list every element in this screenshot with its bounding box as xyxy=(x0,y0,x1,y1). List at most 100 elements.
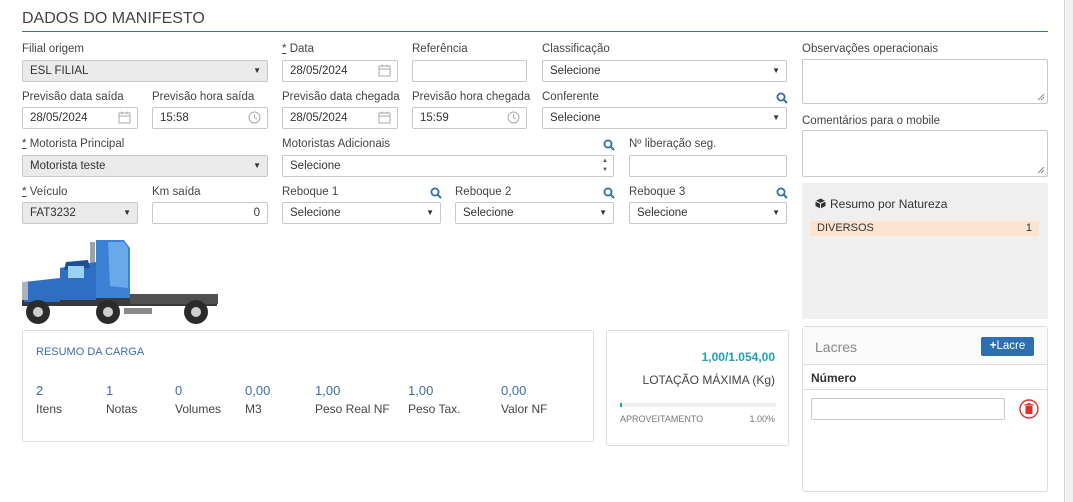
search-icon[interactable] xyxy=(603,139,615,151)
comentarios-mobile-label: Comentários para o mobile xyxy=(802,115,941,127)
natureza-row: DIVERSOS 1 xyxy=(810,221,1039,236)
truck-illustration xyxy=(22,240,218,324)
clock-icon[interactable] xyxy=(507,111,520,124)
filial-origem-label: Filial origem xyxy=(22,43,84,55)
valor-nf-caption: Valor NF xyxy=(501,402,548,416)
chevron-down-icon: ▼ xyxy=(599,208,607,217)
chevron-down-icon: ▼ xyxy=(253,161,261,170)
motorista-principal-select[interactable]: Motorista teste ▼ xyxy=(22,155,268,177)
required-mark: * xyxy=(22,138,27,150)
reboque1-select[interactable]: Selecione ▼ xyxy=(282,202,441,224)
veiculo-select[interactable]: FAT3232 ▼ xyxy=(22,202,138,224)
lotacao-panel: 1,00/1.054,00 LOTAÇÃO MÁXIMA (Kg) APROVE… xyxy=(606,330,789,446)
classificacao-value: Selecione xyxy=(550,65,601,77)
lacre-numero-input[interactable] xyxy=(811,398,1005,420)
data-label: * Data xyxy=(282,43,314,55)
prev-data-saida-value: 28/05/2024 xyxy=(30,112,88,124)
prev-hora-chegada-input[interactable]: 15:59 xyxy=(412,107,527,129)
add-lacre-button[interactable]: +Lacre xyxy=(981,337,1034,356)
resumo-carga-panel: RESUMO DA CARGA 2 Itens 1 Notas 0 Volume… xyxy=(22,330,594,442)
obs-operacionais-label: Observações operacionais xyxy=(802,43,939,55)
comentarios-mobile-textarea[interactable] xyxy=(802,130,1048,177)
notas-value: 1 xyxy=(106,383,114,398)
obs-operacionais-textarea[interactable] xyxy=(802,59,1048,104)
chevron-down-icon: ▼ xyxy=(772,113,780,122)
aproveitamento-label: APROVEITAMENTO xyxy=(620,414,704,424)
prev-data-chegada-label: Previsão data chegada xyxy=(282,91,400,103)
volumes-caption: Volumes xyxy=(175,402,222,416)
prev-data-saida-label: Previsão data saída xyxy=(22,91,124,103)
valor-nf-value: 0,00 xyxy=(501,383,527,398)
required-mark: * xyxy=(22,186,27,198)
reboque1-value: Selecione xyxy=(290,207,341,219)
peso-real-caption: Peso Real NF xyxy=(315,402,390,416)
reboque3-label: Reboque 3 xyxy=(629,186,686,198)
lacres-divider xyxy=(803,389,1047,390)
search-icon[interactable] xyxy=(776,187,788,199)
prev-hora-saida-label: Previsão hora saída xyxy=(152,91,255,103)
prev-hora-saida-value: 15:58 xyxy=(160,112,189,124)
reboque3-value: Selecione xyxy=(637,207,688,219)
veiculo-label: * Veículo xyxy=(22,186,67,198)
km-saida-label: Km saída xyxy=(152,186,201,198)
motoristas-adicionais-label: Motoristas Adicionais xyxy=(282,138,391,150)
motoristas-adicionais-value: Selecione xyxy=(290,160,341,172)
veiculo-value: FAT3232 xyxy=(30,207,76,219)
reboque3-select[interactable]: Selecione ▼ xyxy=(629,202,787,224)
search-icon[interactable] xyxy=(603,187,615,199)
m3-value: 0,00 xyxy=(245,383,271,398)
filial-origem-select[interactable]: ESL FILIAL ▼ xyxy=(22,60,268,82)
volumes-value: 0 xyxy=(175,383,183,398)
motorista-principal-label: * Motorista Principal xyxy=(22,138,124,150)
reboque2-select[interactable]: Selecione ▼ xyxy=(455,202,614,224)
chevron-down-icon: ▼ xyxy=(772,66,780,75)
motoristas-adicionais-select[interactable]: Selecione ▲ ▼ xyxy=(282,155,614,177)
resize-handle-icon[interactable] xyxy=(1037,93,1045,101)
referencia-input[interactable] xyxy=(412,60,527,82)
chevron-down-icon: ▼ xyxy=(253,66,261,75)
calendar-icon[interactable] xyxy=(118,111,131,124)
conferente-value: Selecione xyxy=(550,112,601,124)
classificacao-select[interactable]: Selecione ▼ xyxy=(542,60,787,82)
clock-icon[interactable] xyxy=(248,111,261,124)
resumo-carga-title: RESUMO DA CARGA xyxy=(36,346,145,358)
liberacao-seg-label: Nº liberação seg. xyxy=(629,138,717,150)
liberacao-seg-input[interactable] xyxy=(629,155,787,177)
calendar-icon[interactable] xyxy=(378,64,391,77)
reboque1-label: Reboque 1 xyxy=(282,186,339,198)
lotacao-value: 1,00/1.054,00 xyxy=(701,350,775,364)
spinner-arrows-icon[interactable]: ▲ ▼ xyxy=(602,157,608,175)
vertical-scrollbar[interactable] xyxy=(1066,0,1073,502)
conferente-select[interactable]: Selecione ▼ xyxy=(542,107,787,129)
trash-icon[interactable] xyxy=(1019,399,1039,419)
lacres-column-header: Número xyxy=(811,371,857,385)
add-lacre-label: Lacre xyxy=(996,340,1026,352)
prev-hora-saida-input[interactable]: 15:58 xyxy=(152,107,268,129)
lacres-title: Lacres xyxy=(815,339,858,355)
m3-caption: M3 xyxy=(245,402,262,416)
data-input[interactable]: 28/05/2024 xyxy=(282,60,398,82)
page-title: DADOS DO MANIFESTO xyxy=(22,10,205,27)
search-icon[interactable] xyxy=(776,92,788,104)
itens-value: 2 xyxy=(36,383,44,398)
prev-data-chegada-input[interactable]: 28/05/2024 xyxy=(282,107,398,129)
prev-data-chegada-value: 28/05/2024 xyxy=(290,112,348,124)
natureza-title: Resumo por Natureza xyxy=(830,197,948,211)
data-label-text: Data xyxy=(289,43,314,55)
required-mark: * xyxy=(282,43,287,55)
peso-tax-value: 1,00 xyxy=(408,383,434,398)
conferente-label: Conferente xyxy=(542,91,599,103)
motorista-principal-value: Motorista teste xyxy=(30,160,106,172)
veiculo-label-text: Veículo xyxy=(29,186,68,198)
search-icon[interactable] xyxy=(430,187,442,199)
filial-origem-value: ESL FILIAL xyxy=(30,65,89,77)
km-saida-input[interactable]: 0 xyxy=(152,202,268,224)
resize-handle-icon[interactable] xyxy=(1037,166,1045,174)
chevron-down-icon: ▼ xyxy=(426,208,434,217)
title-divider xyxy=(22,31,1048,32)
calendar-icon[interactable] xyxy=(378,111,391,124)
prev-hora-chegada-label: Previsão hora chegada xyxy=(412,91,531,103)
lotacao-caption: LOTAÇÃO MÁXIMA (Kg) xyxy=(642,373,775,387)
prev-data-saida-input[interactable]: 28/05/2024 xyxy=(22,107,138,129)
aproveitamento-bar xyxy=(620,403,776,407)
